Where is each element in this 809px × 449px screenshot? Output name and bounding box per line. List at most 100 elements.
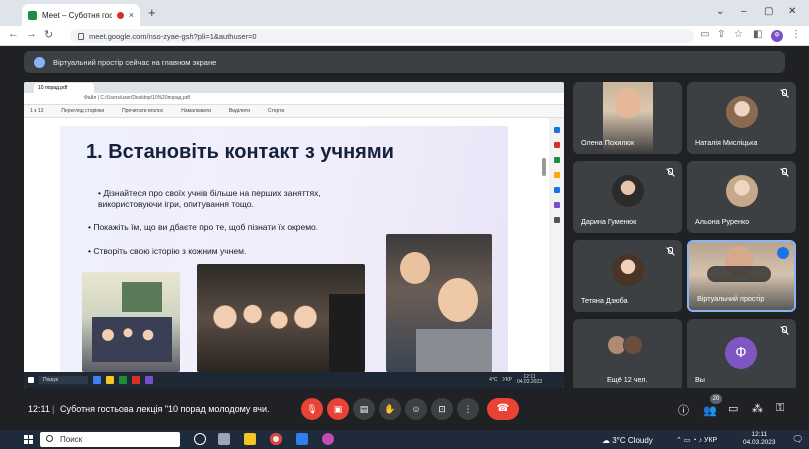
mic-off-icon: 🎙: [306, 403, 318, 414]
taskbar-search-placeholder: Поиск: [60, 435, 83, 444]
self-tile[interactable]: Ф Вы: [687, 319, 796, 391]
cortana-icon[interactable]: [194, 433, 206, 445]
mic-off-icon: [779, 325, 789, 335]
maximize-button[interactable]: ▢: [764, 6, 773, 17]
shared-address: Файл | C:/Users/user/Desktop/10%20порад.…: [24, 93, 564, 105]
participant-avatar: [623, 335, 643, 355]
profile-avatar[interactable]: Ф: [771, 30, 783, 42]
mic-toggle-button[interactable]: 🎙: [301, 398, 323, 420]
pdf-tool-item: Прочитати вголос: [122, 108, 164, 114]
slide-title: 1. Встановіть контакт з учнями: [86, 141, 394, 163]
back-arrow-icon[interactable]: ←: [8, 28, 19, 40]
participant-tile[interactable]: Тетяна Дзюба: [573, 240, 682, 312]
pdf-tool-item: Намалювати: [181, 108, 211, 114]
reload-icon[interactable]: ↻: [44, 28, 53, 41]
self-avatar: Ф: [725, 337, 757, 369]
taskbar-time: 12:11: [751, 431, 768, 438]
participant-avatar: [726, 175, 758, 207]
notification-icon[interactable]: 🗨: [792, 434, 803, 445]
shared-taskbar-lang: УКР: [502, 377, 512, 383]
speaking-indicator-icon: [777, 247, 789, 259]
present-screen-icon: ⊡: [438, 403, 446, 414]
participant-name: Тетяна Дзюба: [581, 296, 628, 305]
camera-permission-icon[interactable]: ▭: [700, 29, 709, 40]
raise-hand-button[interactable]: ✋: [379, 398, 401, 420]
cloud-icon: ☁: [602, 436, 610, 445]
participant-name: Вы: [695, 375, 705, 384]
new-tab-button[interactable]: +: [148, 5, 156, 20]
pdf-tool-item: Перегляд сторінки: [61, 108, 105, 114]
people-icon[interactable]: 👥: [703, 404, 717, 417]
page-indicator: 1 з 13: [30, 108, 44, 114]
forward-arrow-icon[interactable]: →: [26, 28, 37, 40]
share-icon[interactable]: ⇪: [717, 29, 725, 40]
slide-bullet: Покажіть їм, що ви дбаєте про те, щоб пі…: [88, 222, 378, 233]
hand-icon: ✋: [384, 403, 396, 414]
meeting-separator: |: [52, 404, 55, 414]
participant-tile[interactable]: Наталія Мисліцька: [687, 82, 796, 154]
tile-hover-controls[interactable]: [707, 266, 771, 282]
car-selfie-photo: [197, 264, 365, 372]
pdf-slide: 1. Встановіть контакт з учнями Дізнайтес…: [60, 126, 508, 372]
hang-up-icon: ☎: [496, 403, 510, 414]
pdf-toolbar: 1 з 13 Перегляд сторінки Прочитати вголо…: [24, 105, 564, 118]
present-button[interactable]: ⊡: [431, 398, 453, 420]
app-taskbar-icon[interactable]: [296, 433, 308, 445]
participant-avatar: [612, 175, 644, 207]
participant-name: Альона Руренко: [695, 217, 750, 226]
shared-taskbar: Пошук 4°C УКР 12:11 04.03.2023: [24, 372, 564, 388]
chrome-menu-icon[interactable]: ⋮: [791, 29, 801, 40]
close-window-button[interactable]: ✕: [788, 6, 796, 17]
shared-taskbar-date: 04.03.2023: [516, 379, 542, 385]
participant-tile[interactable]: Альона Руренко: [687, 161, 796, 233]
reactions-button[interactable]: ☺: [405, 398, 427, 420]
task-view-icon[interactable]: [218, 433, 230, 445]
side-panel-icon[interactable]: ◧: [753, 29, 762, 40]
participant-tile[interactable]: Дарина Гуменюк: [573, 161, 682, 233]
search-icon: [46, 435, 53, 442]
leave-call-button[interactable]: ☎: [487, 398, 519, 420]
camera-toggle-button[interactable]: ▣: [327, 398, 349, 420]
minimize-button[interactable]: –: [741, 6, 747, 17]
host-controls-icon[interactable]: ⚿: [776, 402, 784, 415]
activities-icon[interactable]: ⁂: [752, 402, 763, 415]
bookmark-star-icon[interactable]: ☆: [734, 29, 743, 40]
address-bar[interactable]: meet.google.com/nso-zyae-gsh?pli=1&authu…: [70, 29, 694, 43]
participant-tile[interactable]: Олена Похилюк: [573, 82, 682, 154]
tab-close-icon[interactable]: ×: [129, 10, 134, 20]
more-vert-icon: ⋮: [463, 403, 473, 414]
browser-tab[interactable]: Meet – Суботня гостьова лі ×: [22, 4, 140, 26]
windows-start-icon[interactable]: [24, 435, 33, 444]
participant-tile-active-speaker[interactable]: Віртуальний простір: [687, 240, 796, 312]
shared-pdf-tab: 10 порад.pdf: [34, 83, 94, 93]
tab-search-icon[interactable]: ⌄: [716, 6, 724, 17]
mic-off-icon: [779, 88, 789, 98]
chat-icon[interactable]: ▭: [728, 402, 738, 415]
more-participants-tile[interactable]: Ещё 12 чел.: [573, 319, 682, 391]
taskbar-search-box[interactable]: Поиск: [40, 432, 180, 447]
meeting-clock: 12:11: [28, 404, 50, 414]
chrome-taskbar-icon[interactable]: [270, 433, 282, 445]
viber-icon[interactable]: [322, 433, 334, 445]
presenting-banner: Віртуальний простір сейчас на главном эк…: [24, 51, 785, 73]
pdf-tool-item: Виділити: [228, 108, 250, 114]
weather-text: 3°C Cloudy: [612, 436, 653, 445]
captions-icon: ▤: [359, 403, 369, 414]
file-explorer-icon[interactable]: [244, 433, 256, 445]
meeting-info-icon[interactable]: ⓘ: [678, 402, 689, 418]
classroom-photo: [82, 272, 180, 372]
captions-button[interactable]: ▤: [353, 398, 375, 420]
meeting-title: Суботня гостьова лекція "10 порад молодо…: [60, 404, 270, 414]
taskbar-weather[interactable]: ☁ 3°C Cloudy: [602, 436, 653, 445]
mic-off-icon: [779, 167, 789, 177]
url-text: meet.google.com/nso-zyae-gsh?pli=1&authu…: [89, 31, 257, 41]
slide-bullet: Створіть свою історію з кожним учнем.: [88, 246, 378, 257]
more-options-button[interactable]: ⋮: [457, 398, 479, 420]
system-tray[interactable]: ⌃ ▭ ◔ ♪ УКР: [676, 436, 717, 444]
tab-title: Meet – Суботня гостьова лі: [42, 10, 112, 20]
taskbar-clock[interactable]: 12:11 04.03.2023: [743, 431, 776, 447]
participant-name: Наталія Мисліцька: [695, 138, 758, 147]
keyboard-lang: УКР: [704, 437, 718, 444]
more-participants-label: Ещё 12 чел.: [607, 375, 648, 384]
slide-bullet: Дізнайтеся про своїх учнів більше на пер…: [98, 188, 348, 210]
